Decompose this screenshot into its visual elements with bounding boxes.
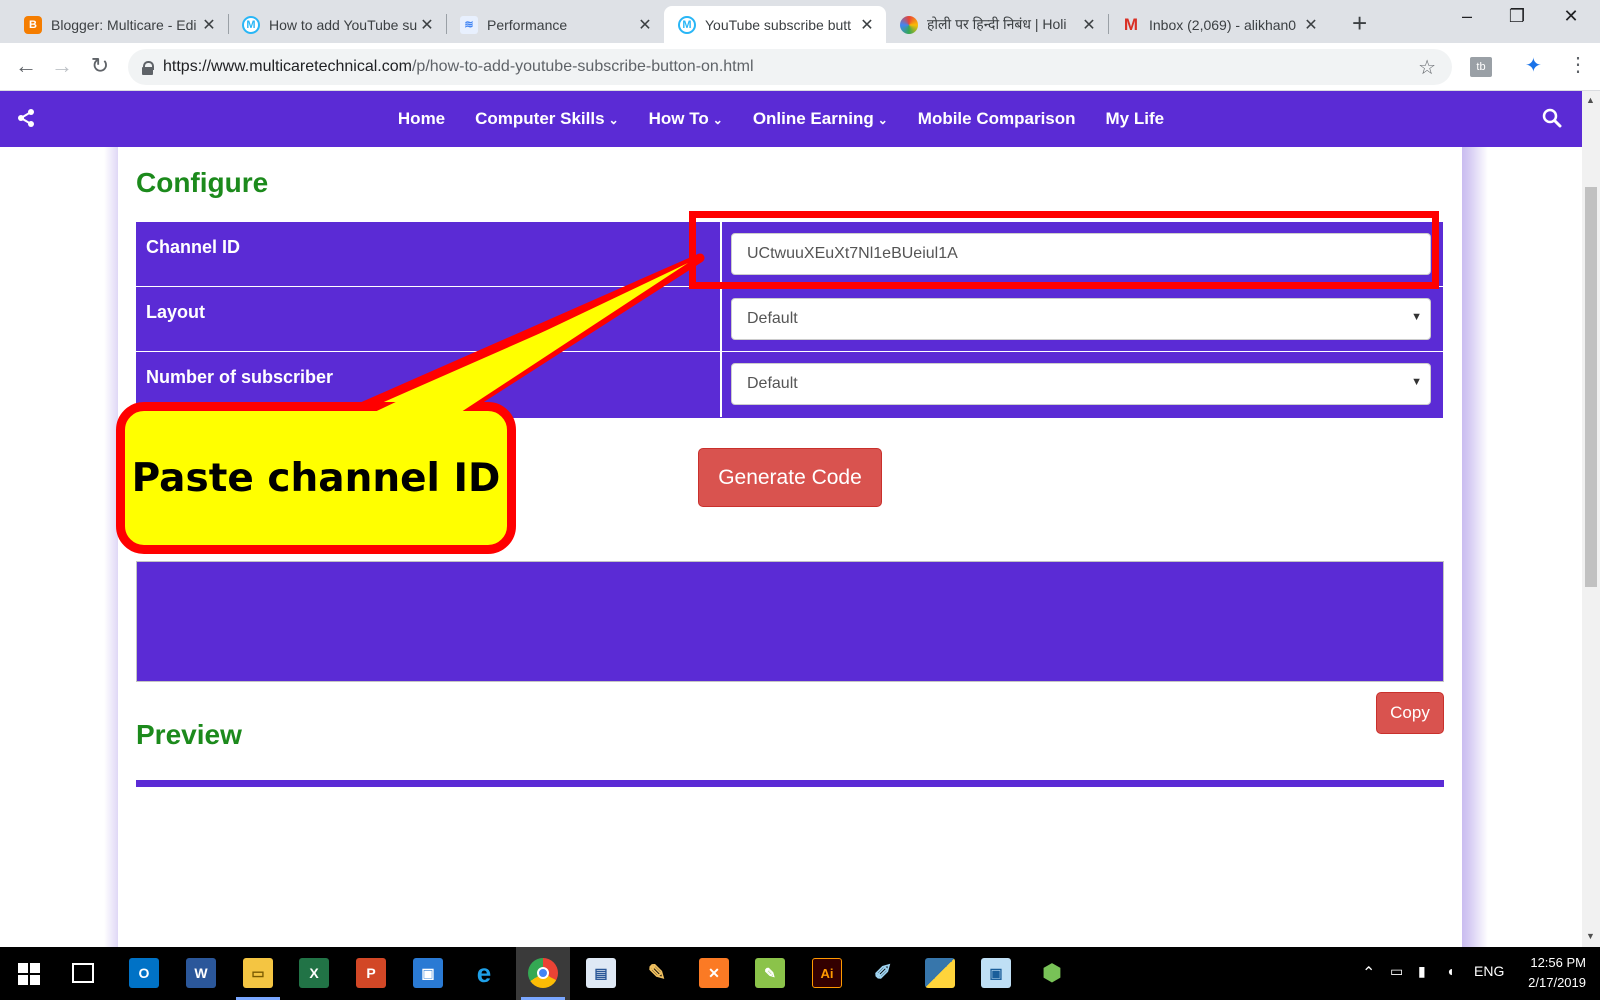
android-studio-icon[interactable]: ⬢	[1037, 958, 1067, 988]
word-icon[interactable]: W	[186, 958, 216, 988]
chrome-icon[interactable]	[528, 958, 558, 988]
callout-pointer-join	[362, 263, 688, 418]
notepad-icon[interactable]: ▤	[586, 958, 616, 988]
powerpoint-icon[interactable]: P	[356, 958, 386, 988]
outlook-icon[interactable]: O	[129, 958, 159, 988]
pen-icon[interactable]: ✐	[868, 958, 898, 988]
virtualbox-icon[interactable]: ▣	[981, 958, 1011, 988]
clock-date: 2/17/2019	[1528, 975, 1586, 990]
network-icon[interactable]: ▭	[1390, 963, 1403, 980]
windows-taskbar: O W ▭ X P ▣ e ▤ ✎ ✕ ✎ Ai ✐ ▣ ⬢ ⌃ ▭ ▮ ◖ E…	[0, 947, 1600, 1000]
language-indicator[interactable]: ENG	[1474, 963, 1504, 979]
task-view-icon[interactable]	[72, 963, 94, 983]
battery-icon[interactable]: ▮	[1418, 963, 1426, 980]
show-hidden-icons-chevron[interactable]: ⌃	[1362, 963, 1375, 983]
volume-icon[interactable]: ◖	[1446, 963, 1454, 979]
excel-icon[interactable]: X	[299, 958, 329, 988]
xampp-icon[interactable]: ✕	[699, 958, 729, 988]
windows-start-icon[interactable]	[18, 963, 40, 985]
clock-time: 12:56 PM	[1530, 955, 1586, 970]
python-icon[interactable]	[925, 958, 955, 988]
internet-explorer-icon[interactable]: e	[469, 958, 499, 988]
remote-desktop-icon[interactable]: ▣	[413, 958, 443, 988]
file-explorer-icon[interactable]: ▭	[243, 958, 273, 988]
notepad-plus-icon[interactable]: ✎	[755, 958, 785, 988]
illustrator-icon[interactable]: Ai	[812, 958, 842, 988]
paint-icon[interactable]: ✎	[642, 958, 672, 988]
taskbar-clock[interactable]: 12:56 PM 2/17/2019	[1528, 953, 1586, 993]
